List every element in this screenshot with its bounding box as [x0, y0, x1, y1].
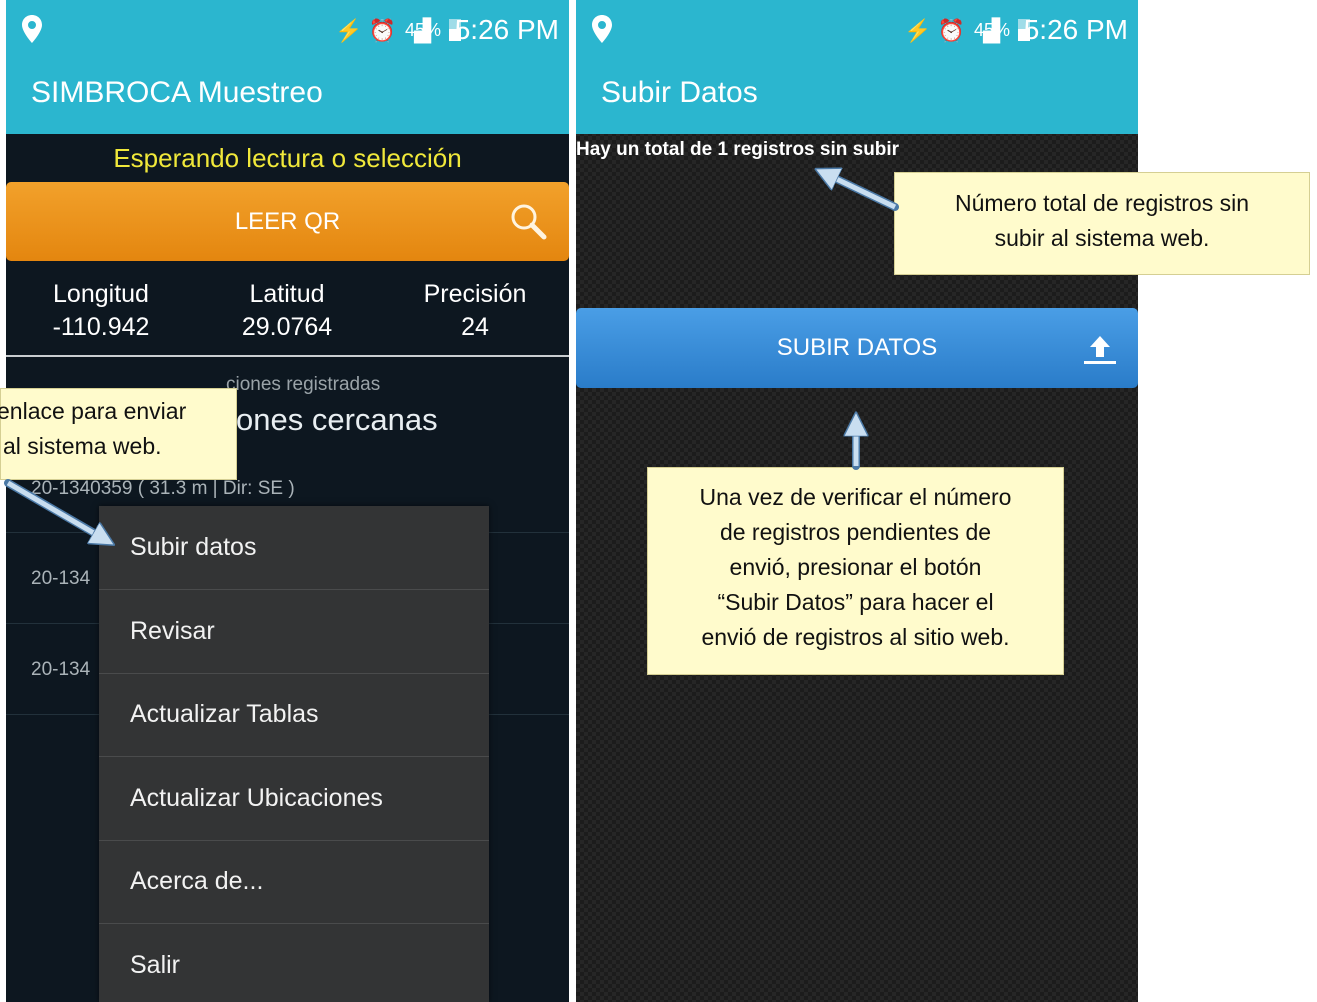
- pending-count-text: Hay un total de 1 registros sin subir: [576, 139, 900, 160]
- app-title: Subir Datos: [601, 76, 758, 109]
- section-subtitle: ciones registradas: [226, 374, 381, 395]
- upload-icon: [1084, 336, 1116, 364]
- upload-data-button[interactable]: SUBIR DATOS: [576, 308, 1138, 388]
- note-line: envió, presionar el botón: [729, 554, 982, 580]
- note-line: enlace para enviar: [0, 398, 187, 424]
- status-bar: ⚡⏰ ▟ 45% 5:26 PM: [6, 0, 569, 60]
- longitude-block: Longitud -110.942: [6, 278, 196, 344]
- latitude-label: Latitud: [249, 280, 325, 308]
- list-item-text: 20-134: [31, 568, 91, 589]
- note-line: Una vez de verificar el número: [699, 484, 1012, 510]
- list-item-text: 20-1340359 ( 31.3 m | Dir: SE ): [31, 478, 295, 499]
- latitude-block: Latitud 29.0764: [192, 278, 382, 344]
- note-line: subir al sistema web.: [994, 225, 1210, 251]
- menu-item-label: Actualizar Ubicaciones: [130, 784, 383, 812]
- menu-item-subir-datos[interactable]: Subir datos: [99, 506, 489, 590]
- note-line: envió de registros al sitio web.: [701, 624, 1010, 650]
- callout-note-count: Número total de registros sin subir al s…: [894, 172, 1310, 275]
- menu-item-label: Revisar: [130, 617, 215, 645]
- options-menu: Subir datos Revisar Actualizar Tablas Ac…: [99, 506, 489, 1002]
- app-bar: SIMBROCA Muestreo: [6, 60, 569, 134]
- precision-label: Precisión: [423, 280, 527, 308]
- list-item-text: 20-134: [31, 659, 91, 680]
- location-pin-icon: [592, 15, 612, 43]
- app-bar: Subir Datos: [576, 60, 1138, 134]
- menu-item-label: Salir: [130, 951, 181, 979]
- callout-note-menu: enlace para enviar al sistema web.: [0, 388, 237, 480]
- note-line: al sistema web.: [3, 433, 162, 459]
- menu-item-label: Actualizar Tablas: [130, 700, 319, 728]
- note-line: “Subir Datos” para hacer el: [717, 589, 994, 615]
- latitude-value: 29.0764: [241, 313, 333, 341]
- menu-item-label: Subir datos: [130, 533, 257, 561]
- read-qr-button[interactable]: LEER QR: [6, 182, 569, 261]
- menu-item-revisar[interactable]: Revisar: [99, 590, 489, 674]
- note-line: de registros pendientes de: [719, 519, 992, 545]
- longitude-value: -110.942: [52, 313, 150, 341]
- section-title: ones cercanas: [236, 402, 438, 437]
- read-qr-label: LEER QR: [234, 208, 341, 235]
- menu-item-acerca-de[interactable]: Acerca de...: [99, 840, 489, 924]
- note-line: Número total de registros sin: [954, 190, 1249, 216]
- menu-item-salir[interactable]: Salir: [99, 924, 489, 1002]
- battery-percent: 45%: [973, 20, 1010, 40]
- location-pin-icon: [22, 15, 42, 43]
- battery-percent: 45%: [404, 20, 441, 40]
- upload-data-label: SUBIR DATOS: [776, 334, 938, 361]
- app-title: SIMBROCA Muestreo: [31, 76, 323, 109]
- left-phone-screen: ⚡⏰ ▟ 45% 5:26 PM SIMBROCA Muestreo Esper…: [6, 0, 569, 1002]
- clock: 5:26 PM: [454, 14, 559, 45]
- menu-item-actualizar-ubicaciones[interactable]: Actualizar Ubicaciones: [99, 757, 489, 841]
- divider: [6, 355, 569, 357]
- callout-note-upload: Una vez de verificar el número de regist…: [647, 467, 1064, 675]
- menu-item-actualizar-tablas[interactable]: Actualizar Tablas: [99, 673, 489, 757]
- waiting-status: Esperando lectura o selección: [113, 143, 462, 173]
- search-icon: [511, 204, 547, 240]
- longitude-label: Longitud: [53, 280, 149, 308]
- precision-value: 24: [461, 313, 489, 341]
- status-bar: ⚡⏰ ▟ 45% 5:26 PM: [576, 0, 1138, 60]
- precision-block: Precisión 24: [380, 278, 569, 344]
- clock: 5:26 PM: [1023, 14, 1128, 45]
- menu-item-label: Acerca de...: [130, 867, 264, 895]
